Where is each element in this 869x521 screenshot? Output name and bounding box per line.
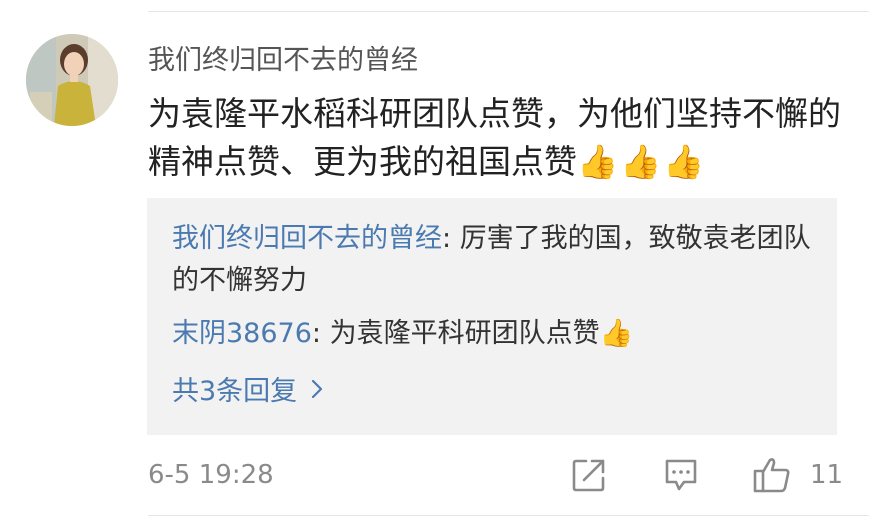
comment-text: 为袁隆平水稻科研团队点赞，为他们坚持不懈的精神点赞、更为我的祖国点赞👍👍👍 (148, 90, 848, 186)
like-count: 11 (810, 460, 844, 490)
reply-username[interactable]: 末阴38676 (172, 318, 312, 349)
reply-separator: : (442, 223, 460, 254)
view-more-replies-link[interactable]: 共3条回复 (172, 369, 323, 408)
more-replies-label: 共3条回复 (172, 376, 298, 407)
thumbs-up-icon (753, 458, 790, 493)
reply-item[interactable]: 我们终归回不去的曾经: 厉害了我的国，致敬袁老团队的不懈努力 (172, 218, 812, 302)
reply-preview-box[interactable]: 我们终归回不去的曾经: 厉害了我的国，致敬袁老团队的不懈努力 末阴38676: … (147, 198, 837, 435)
avatar-photo (26, 34, 118, 126)
thumbs-up-emoji: 👍👍👍 (577, 142, 707, 181)
reply-separator: : (311, 318, 330, 349)
comment-timestamp: 6-5 19:28 (148, 460, 274, 490)
share-icon (572, 459, 605, 492)
reply-username[interactable]: 我们终归回不去的曾经 (172, 223, 442, 254)
comment-button[interactable] (662, 456, 700, 494)
divider-bottom (148, 515, 869, 516)
comment-body: 为袁隆平水稻科研团队点赞，为他们坚持不懈的精神点赞、更为我的祖国点赞 (148, 94, 841, 181)
like-button[interactable]: 11 (752, 456, 843, 494)
comment-icon (665, 459, 697, 491)
share-button[interactable] (570, 456, 608, 494)
divider-top (148, 11, 869, 12)
reply-text: 为袁隆平科研团队点赞 (329, 318, 600, 349)
thumbs-up-emoji: 👍 (599, 318, 634, 349)
comment-username[interactable]: 我们终归回不去的曾经 (148, 38, 418, 77)
avatar[interactable] (26, 34, 118, 126)
chevron-right-icon (312, 379, 323, 398)
reply-item[interactable]: 末阴38676: 为袁隆平科研团队点赞👍 (172, 313, 812, 355)
